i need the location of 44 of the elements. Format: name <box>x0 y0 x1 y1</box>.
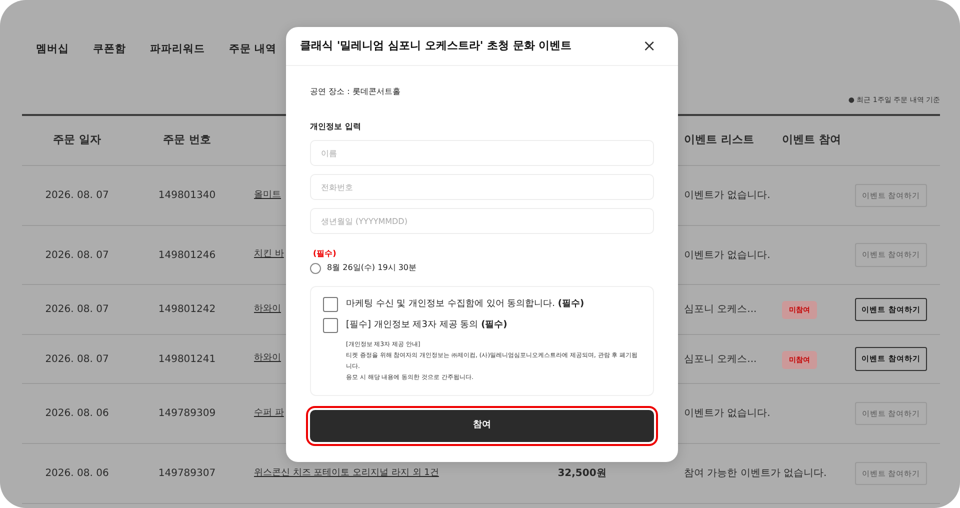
table-cell: 32,500원 <box>558 468 606 479</box>
table-cell: 이벤트가 없습니다. <box>684 250 770 260</box>
nav-tab[interactable]: 주문 내역 <box>229 41 277 59</box>
table-cell: 2026. 08. 07 <box>45 354 109 364</box>
column-header: 이벤트 리스트 <box>684 133 754 146</box>
table-cell: 149801242 <box>158 304 216 315</box>
column-header: 주문 번호 <box>163 133 211 146</box>
nav-tab[interactable]: 파파리워드 <box>150 41 205 59</box>
radio-button[interactable] <box>310 262 321 274</box>
table-cell: 이벤트가 없습니다. <box>684 190 770 201</box>
table-cell: 149801340 <box>158 190 216 201</box>
table-cell: 149789309 <box>158 408 216 419</box>
checkbox[interactable] <box>323 318 338 333</box>
product-link[interactable]: 하와이 <box>254 304 281 314</box>
input-field[interactable]: 이름 <box>310 140 654 166</box>
option-label: 8월 26일(수) 19시 30분 <box>327 262 416 274</box>
product-link[interactable]: 하와이 <box>254 353 281 364</box>
table-cell: 이벤트가 없습니다. <box>684 408 770 419</box>
table-cell: 2026. 08. 06 <box>45 408 109 419</box>
table-cell: 참여 가능한 이벤트가 없습니다. <box>684 468 827 479</box>
agreement-label: [필수] 개인정보 제3자 제공 동의 (필수) <box>346 318 508 332</box>
table-cell: 2026. 08. 06 <box>45 468 109 479</box>
nav-tab[interactable]: 쿠폰함 <box>93 41 126 59</box>
table-cell: 2026. 08. 07 <box>45 250 109 260</box>
table-cell: 2026. 08. 07 <box>45 190 109 201</box>
close-button[interactable]: × <box>642 38 656 54</box>
table-cell: 149789307 <box>158 468 216 479</box>
table-cell: 2026. 08. 07 <box>45 304 109 315</box>
column-header: 이벤트 참여 <box>782 133 841 146</box>
table-cell: 149801246 <box>158 250 216 260</box>
table-cell: 심포니 오케스... <box>684 354 757 364</box>
agreement-label: 마케팅 수신 및 개인정보 수집함에 있어 동의합니다. (필수) <box>346 298 584 311</box>
input-field[interactable]: 생년월일 (YYYYMMDD) <box>310 208 654 234</box>
table-cell: 149801241 <box>158 354 216 364</box>
nav-tab[interactable]: 멤버십 <box>36 41 69 59</box>
column-header: 주문 일자 <box>53 133 101 146</box>
section-title: 개인정보 입력 <box>310 121 362 133</box>
modal-title: 클래식 '밀레니엄 심포니 오케스트라' 초청 문화 이벤트 <box>300 38 572 54</box>
input-field[interactable]: 전화번호 <box>310 174 654 200</box>
venue-text: 공연 장소 : 롯데콘서트홀 <box>310 86 402 98</box>
checkbox[interactable] <box>323 297 338 312</box>
submit-button[interactable]: 참여 <box>310 410 654 442</box>
table-cell: 심포니 오케스... <box>684 304 757 315</box>
required-label: (필수) <box>313 248 338 260</box>
